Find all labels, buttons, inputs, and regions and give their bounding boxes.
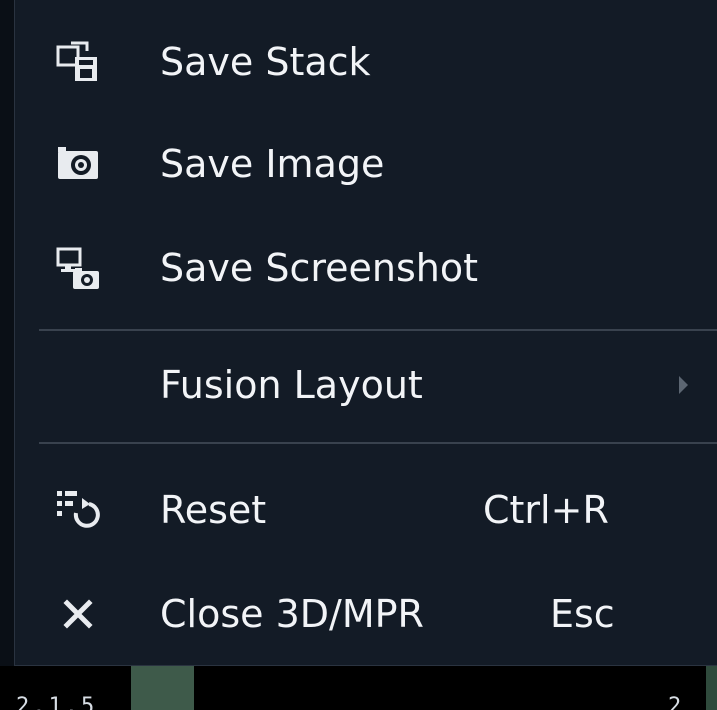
background-panel (131, 666, 194, 710)
background-text: 2.1.5 (16, 694, 98, 710)
camera-icon (55, 141, 101, 187)
menu-item-label: Reset (160, 488, 267, 532)
menu-item-label: Fusion Layout (160, 363, 423, 407)
menu-item-save-image[interactable]: Save Image (15, 112, 717, 216)
screenshot-icon (55, 245, 101, 291)
close-icon (55, 591, 101, 637)
save-stack-icon (55, 39, 101, 85)
reset-icon (55, 487, 101, 533)
menu-item-label: Close 3D/MPR (160, 592, 424, 636)
chevron-right-icon (679, 376, 688, 394)
menu-item-label: Save Image (160, 142, 385, 186)
menu-item-close-3d-mpr[interactable]: Close 3D/MPR Esc (15, 562, 717, 666)
menu-item-label: Save Screenshot (160, 246, 479, 290)
context-menu: Save Stack Save Image Save Screenshot Fu… (14, 0, 717, 666)
menu-divider (39, 442, 717, 444)
menu-item-reset[interactable]: Reset Ctrl+R (15, 458, 717, 562)
menu-divider (39, 329, 717, 331)
menu-item-save-stack[interactable]: Save Stack (15, 10, 717, 114)
background-text: 2 (668, 694, 682, 710)
background-panel (706, 666, 717, 710)
shortcut-label: Esc (550, 592, 615, 636)
shortcut-label: Ctrl+R (483, 488, 609, 532)
menu-item-fusion-layout[interactable]: Fusion Layout (15, 333, 717, 437)
menu-item-label: Save Stack (160, 40, 371, 84)
menu-item-save-screenshot[interactable]: Save Screenshot (15, 216, 717, 320)
background-viewport-strip: 2.1.5 2 (0, 666, 717, 710)
